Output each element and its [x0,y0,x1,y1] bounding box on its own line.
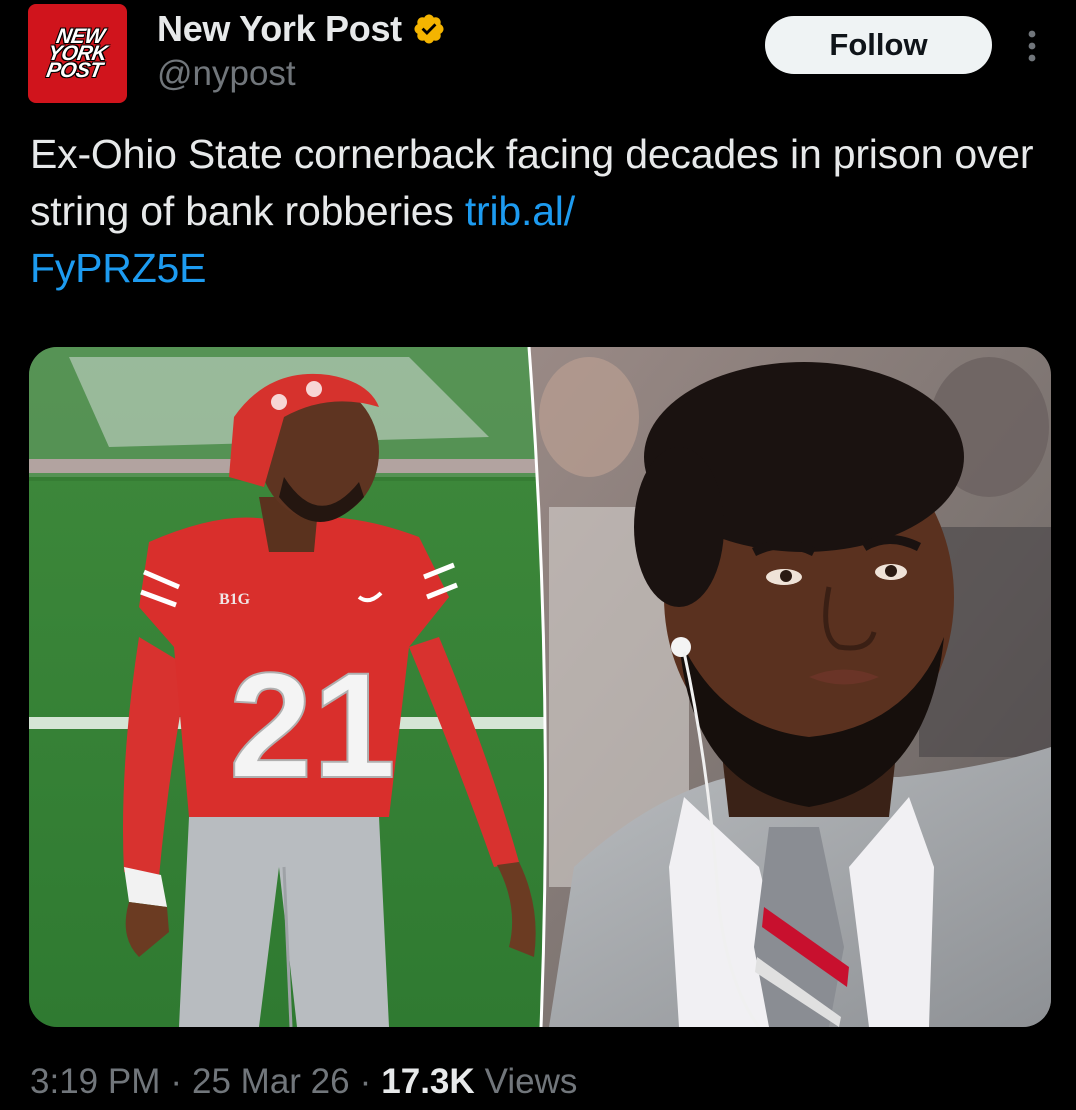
display-name[interactable]: New York Post [157,8,402,50]
meta-separator: · [170,1062,183,1101]
tweet-media[interactable]: B1G 21 [29,347,1051,1027]
nypost-avatar[interactable]: NEW YORK POST [28,4,127,103]
account-handle[interactable]: @nypost [157,54,296,94]
jersey-patch-text: B1G [219,591,251,608]
verified-badge-icon[interactable] [412,12,446,46]
views-label: Views [484,1062,578,1101]
article-link-part-2: FyPRZ5E [30,245,207,291]
tweet: NEW YORK POST New York Post @nypost Foll… [0,0,1076,1110]
suit-photo-right [529,347,1051,1027]
tweet-meta: 3:19 PM · 25 Mar 26 · 17.3K Views [30,1062,577,1102]
media-image: B1G 21 [29,347,1051,1027]
account-name-row: New York Post [157,8,446,50]
jersey-number-text: 21 [229,641,396,809]
logo-line-3: POST [44,59,105,83]
post-time[interactable]: 3:19 PM [30,1062,160,1102]
views-count[interactable]: 17.3K [381,1062,474,1102]
follow-button[interactable]: Follow [765,16,992,74]
player-photo-left: B1G 21 [29,347,546,1027]
meta-separator: · [359,1062,372,1101]
tweet-text: Ex-Ohio State cornerback facing decades … [30,126,1040,297]
more-options-icon[interactable] [1014,24,1050,68]
post-date[interactable]: 25 Mar 26 [192,1062,350,1102]
nypost-logo: NEW YORK POST [44,25,112,83]
article-link-part-1: trib.al/ [464,188,575,234]
